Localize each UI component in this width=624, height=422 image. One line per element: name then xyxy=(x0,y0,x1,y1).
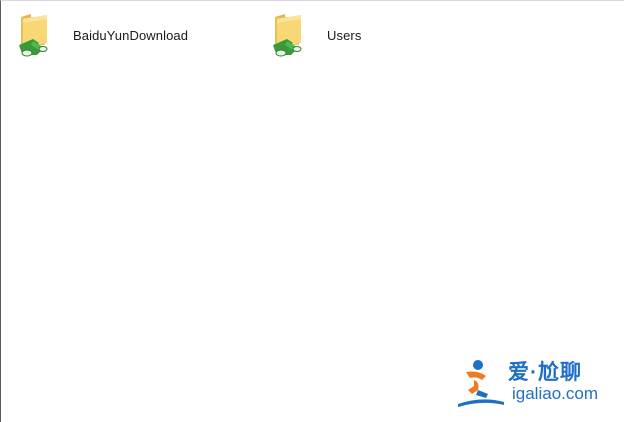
file-item-users[interactable]: Users xyxy=(271,9,431,61)
file-item-baiduyundownload[interactable]: BaiduYunDownload xyxy=(17,9,247,61)
running-figure-logo-icon xyxy=(456,358,506,410)
file-explorer-content: BaiduYunDownload Users 爱·尬聊 igaliao.com xyxy=(0,0,624,422)
file-name: Users xyxy=(327,27,362,43)
shared-folder-icon xyxy=(17,11,57,59)
file-list: BaiduYunDownload Users xyxy=(1,1,624,71)
igaliao-watermark: 爱·尬聊 igaliao.com xyxy=(456,354,612,412)
watermark-url: igaliao.com xyxy=(512,384,598,403)
watermark-title: 爱·尬聊 xyxy=(508,361,582,384)
file-name: BaiduYunDownload xyxy=(73,27,189,43)
shared-folder-icon xyxy=(271,11,311,59)
